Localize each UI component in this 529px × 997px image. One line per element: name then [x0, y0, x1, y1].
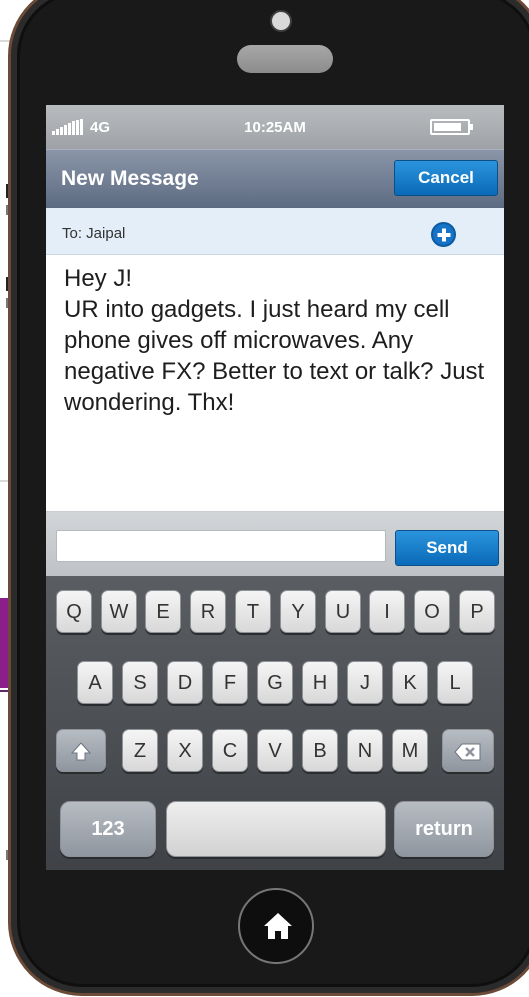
plus-circle-icon[interactable]: [431, 222, 456, 247]
key-v[interactable]: V: [257, 729, 293, 772]
speaker-grille: [237, 45, 333, 73]
recipient-field[interactable]: To: Jaipal: [46, 208, 504, 255]
shift-key[interactable]: [56, 729, 106, 772]
key-m[interactable]: M: [392, 729, 428, 772]
backspace-icon: [454, 743, 481, 761]
key-w[interactable]: W: [101, 590, 137, 633]
key-h[interactable]: H: [302, 661, 338, 704]
battery-level: [434, 123, 462, 131]
status-bar: 4G 10:25AM: [46, 105, 504, 149]
key-g[interactable]: G: [257, 661, 293, 704]
numbers-key[interactable]: 123: [60, 801, 156, 857]
shift-arrow-icon: [70, 741, 92, 761]
battery-icon: [430, 119, 473, 135]
key-j[interactable]: J: [347, 661, 383, 704]
key-l[interactable]: L: [437, 661, 473, 704]
key-y[interactable]: Y: [280, 590, 316, 633]
key-f[interactable]: F: [212, 661, 248, 704]
key-s[interactable]: S: [122, 661, 158, 704]
recipient-label: To: Jaipal: [62, 225, 126, 242]
compose-input[interactable]: [56, 530, 386, 562]
home-button[interactable]: [238, 888, 314, 964]
key-q[interactable]: Q: [56, 590, 92, 633]
key-a[interactable]: A: [77, 661, 113, 704]
key-x[interactable]: X: [167, 729, 203, 772]
key-e[interactable]: E: [145, 590, 181, 633]
camera-icon: [270, 10, 292, 32]
key-c[interactable]: C: [212, 729, 248, 772]
cancel-button[interactable]: Cancel: [394, 160, 498, 196]
compose-bar: Send: [46, 512, 504, 576]
phone-screen: 4G 10:25AM New Message Cancel To: Jaipal…: [46, 105, 504, 870]
keyboard: Q W E R T Y U I O P A S D F G H J K L Z …: [46, 576, 504, 870]
key-b[interactable]: B: [302, 729, 338, 772]
key-n[interactable]: N: [347, 729, 383, 772]
key-k[interactable]: K: [392, 661, 428, 704]
space-key[interactable]: [166, 801, 386, 857]
home-icon: [264, 913, 292, 939]
backspace-key[interactable]: [442, 729, 494, 772]
key-i[interactable]: I: [369, 590, 405, 633]
send-button[interactable]: Send: [395, 530, 499, 566]
key-d[interactable]: D: [167, 661, 203, 704]
key-u[interactable]: U: [325, 590, 361, 633]
key-z[interactable]: Z: [122, 729, 158, 772]
key-r[interactable]: R: [190, 590, 226, 633]
key-o[interactable]: O: [414, 590, 450, 633]
message-body[interactable]: Hey J! UR into gadgets. I just heard my …: [46, 255, 504, 511]
navigation-bar: New Message Cancel: [46, 149, 504, 208]
key-t[interactable]: T: [235, 590, 271, 633]
return-key[interactable]: return: [394, 801, 494, 857]
message-text: Hey J! UR into gadgets. I just heard my …: [64, 265, 485, 416]
key-p[interactable]: P: [459, 590, 495, 633]
page-title: New Message: [61, 167, 199, 190]
